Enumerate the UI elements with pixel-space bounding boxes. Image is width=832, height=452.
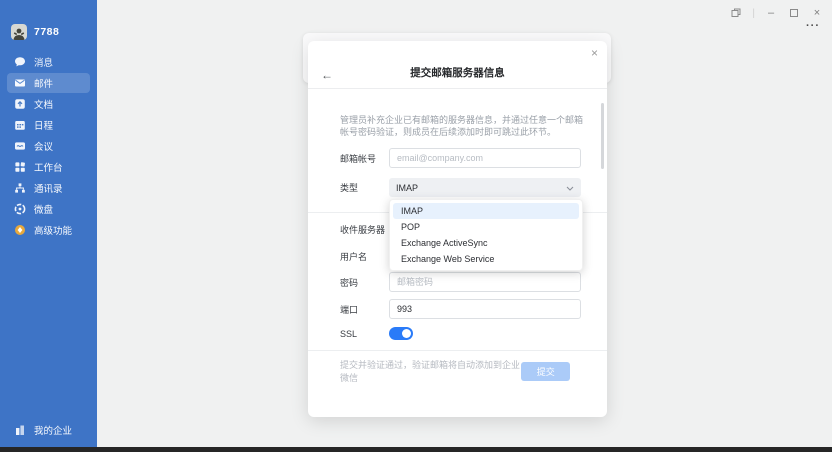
- field-row-email-account: 邮箱帐号: [340, 148, 581, 168]
- submit-mail-server-dialog: × ← 提交邮箱服务器信息 管理员补充企业已有邮箱的服务器信息，并通过任意一个邮…: [308, 41, 607, 417]
- sidebar-item-label: 文档: [34, 97, 53, 111]
- sidebar-item-label: 微盘: [34, 202, 53, 216]
- dropdown-option-imap[interactable]: IMAP: [393, 203, 579, 219]
- profile[interactable]: 7788: [11, 24, 97, 40]
- sidebar: 7788 消息 邮件 文档: [0, 0, 97, 447]
- dialog-header: ← 提交邮箱服务器信息: [308, 41, 607, 89]
- sidebar-item-schedule[interactable]: 日程: [7, 115, 90, 135]
- sidebar-item-label: 我的企业: [34, 423, 72, 437]
- sidebar-item-advanced-features[interactable]: 高级功能: [7, 220, 90, 240]
- field-label: 用户名: [340, 250, 389, 263]
- more-options-icon[interactable]: ···: [806, 22, 820, 30]
- sidebar-item-workbench[interactable]: 工作台: [7, 157, 90, 177]
- dialog-footer: 提交并验证通过，验证邮箱将自动添加到企业微信 提交: [340, 358, 570, 384]
- chevron-down-icon: [566, 183, 574, 193]
- field-label: 类型: [340, 181, 389, 194]
- field-label: 端口: [340, 303, 389, 316]
- field-label: 收件服务器: [340, 223, 389, 236]
- chat-icon: [14, 56, 26, 68]
- field-row-port: 端口: [340, 299, 581, 319]
- minimize-icon[interactable]: –: [764, 7, 778, 19]
- calendar-icon: [14, 119, 26, 131]
- sidebar-item-label: 会议: [34, 139, 53, 153]
- dropdown-option-exchange-activesync[interactable]: Exchange ActiveSync: [393, 235, 579, 251]
- taskbar: [0, 447, 832, 452]
- footer-divider: [308, 350, 607, 351]
- sidebar-item-label: 邮件: [34, 76, 53, 90]
- maximize-icon[interactable]: [787, 7, 801, 19]
- back-icon[interactable]: ←: [321, 69, 333, 81]
- sidebar-item-mail[interactable]: 邮件: [7, 73, 90, 93]
- sidebar-item-contacts[interactable]: 通讯录: [7, 178, 90, 198]
- sidebar-item-meetings[interactable]: 会议: [7, 136, 90, 156]
- window-controls: | – ×: [729, 7, 824, 19]
- window-controls-divider: |: [752, 8, 755, 19]
- field-row-ssl: SSL: [340, 327, 581, 340]
- sidebar-item-documents[interactable]: 文档: [7, 94, 90, 114]
- advanced-features-icon: [14, 224, 26, 236]
- document-icon: [14, 98, 26, 110]
- field-label: 密码: [340, 276, 389, 289]
- field-label: SSL: [340, 329, 389, 339]
- sidebar-item-drive[interactable]: 微盘: [7, 199, 90, 219]
- scrollbar-thumb[interactable]: [601, 103, 604, 169]
- main-area: | – × ··· × ← 提交邮箱服务器信息 管理员补充企业已有邮箱的服务器信…: [97, 0, 832, 447]
- close-window-icon[interactable]: ×: [810, 7, 824, 19]
- sidebar-item-my-enterprise[interactable]: 我的企业: [14, 423, 72, 437]
- dialog-title: 提交邮箱服务器信息: [308, 65, 607, 88]
- workbench-icon: [14, 161, 26, 173]
- building-icon: [14, 424, 26, 436]
- mail-icon: [14, 77, 26, 89]
- profile-name: 7788: [34, 26, 59, 38]
- dropdown-option-exchange-web-service[interactable]: Exchange Web Service: [393, 251, 579, 267]
- dialog-description: 管理员补充企业已有邮箱的服务器信息，并通过任意一个邮箱帐号密码验证，则成员在后续…: [340, 114, 584, 138]
- sidebar-item-label: 通讯录: [34, 181, 63, 195]
- type-select[interactable]: IMAP: [389, 178, 581, 197]
- sidebar-item-label: 消息: [34, 55, 53, 69]
- submit-hint-text: 提交并验证通过，验证邮箱将自动添加到企业微信: [340, 358, 521, 384]
- field-label: 邮箱帐号: [340, 152, 389, 165]
- ssl-toggle[interactable]: [389, 327, 413, 340]
- sidebar-item-messages[interactable]: 消息: [7, 52, 90, 72]
- field-row-type: 类型 IMAP: [340, 178, 581, 197]
- submit-button[interactable]: 提交: [521, 362, 570, 381]
- sidebar-item-label: 高级功能: [34, 223, 72, 237]
- avatar[interactable]: [11, 24, 27, 40]
- drive-icon: [14, 203, 26, 215]
- port-input[interactable]: [389, 299, 581, 319]
- sidebar-nav: 消息 邮件 文档 日程: [0, 52, 97, 241]
- meeting-icon: [14, 140, 26, 152]
- dropdown-option-pop[interactable]: POP: [393, 219, 579, 235]
- sidebar-item-label: 工作台: [34, 160, 63, 174]
- pin-window-icon[interactable]: [729, 7, 743, 19]
- field-row-password: 密码: [340, 272, 581, 292]
- password-input[interactable]: [389, 272, 581, 292]
- type-dropdown-menu: IMAP POP Exchange ActiveSync Exchange We…: [389, 199, 583, 271]
- type-select-value: IMAP: [396, 183, 418, 193]
- email-account-input[interactable]: [389, 148, 581, 168]
- app-window: 7788 消息 邮件 文档: [0, 0, 832, 452]
- sidebar-item-label: 日程: [34, 118, 53, 132]
- contacts-icon: [14, 182, 26, 194]
